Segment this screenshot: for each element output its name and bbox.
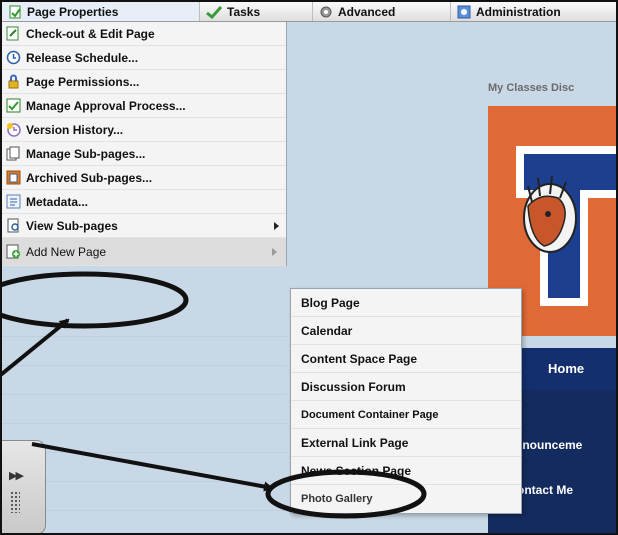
site-tabs[interactable]: My Classes Disc (488, 82, 574, 94)
menu-tasks-label: Tasks (227, 4, 261, 19)
menu-item-version-history[interactable]: Version History... (2, 118, 286, 142)
submenu-item-label: Calendar (301, 323, 353, 338)
submenu-arrow-icon (272, 248, 277, 256)
page-properties-menu: Check-out & Edit Page Release Schedule..… (2, 22, 287, 266)
menu-item-metadata[interactable]: Metadata... (2, 190, 286, 214)
submenu-item-news-section[interactable]: News Section Page (291, 457, 521, 485)
menu-administration[interactable]: Administration (451, 2, 616, 21)
menu-item-label: Archived Sub-pages... (26, 170, 153, 185)
submenu-item-label: External Link Page (301, 435, 409, 450)
view-pages-icon (7, 218, 19, 233)
add-page-icon (6, 244, 20, 259)
pages-icon (6, 146, 20, 161)
menu-item-archived-subpages[interactable]: Archived Sub-pages... (2, 166, 286, 190)
menu-item-add-new-page[interactable]: Add New Page (2, 238, 286, 266)
submenu-item-label: Discussion Forum (301, 379, 406, 394)
menu-item-label: View Sub-pages (26, 218, 118, 233)
nav-home[interactable]: Home (548, 361, 584, 376)
clock-icon (6, 50, 21, 65)
menu-item-label: Manage Sub-pages... (26, 146, 146, 161)
submenu-item-external-link[interactable]: External Link Page (291, 429, 521, 457)
menu-item-label: Check-out & Edit Page (26, 26, 155, 41)
page-properties-icon (9, 5, 21, 18)
menu-advanced[interactable]: Advanced (313, 2, 451, 21)
menu-item-label: Page Permissions... (26, 74, 140, 89)
menu-advanced-label: Advanced (338, 4, 396, 19)
menu-item-manage-subpages[interactable]: Manage Sub-pages... (2, 142, 286, 166)
screenshot-frame: My Classes Disc Home nnounceme ontact Me (0, 0, 618, 535)
checkmark-icon (206, 5, 222, 19)
panel-toggle-handle[interactable]: ▶▶ (2, 440, 46, 533)
submenu-item-content-space[interactable]: Content Space Page (291, 345, 521, 373)
menu-item-label: Release Schedule... (26, 50, 139, 65)
menu-item-label: Manage Approval Process... (26, 98, 186, 113)
submenu-item-photo-gallery[interactable]: Photo Gallery (291, 485, 521, 513)
metadata-icon (6, 194, 21, 209)
menu-item-page-permissions[interactable]: Page Permissions... (2, 70, 286, 94)
admin-icon (457, 5, 471, 18)
side-nav-contact[interactable]: ontact Me (517, 483, 573, 497)
submenu-item-label: Document Container Page (301, 408, 439, 421)
menu-page-properties[interactable]: Page Properties (2, 2, 200, 21)
menu-item-release-schedule[interactable]: Release Schedule... (2, 46, 286, 70)
submenu-item-label: News Section Page (301, 463, 412, 478)
gear-icon (320, 6, 332, 17)
menu-item-checkout-edit[interactable]: Check-out & Edit Page (2, 22, 286, 46)
cms-menubar: Page Properties Tasks Advanced Administr… (2, 2, 616, 22)
submenu-item-label: Photo Gallery (301, 493, 373, 505)
key-lock-icon (8, 74, 19, 89)
expand-chevron-icon: ▶▶ (9, 470, 24, 482)
menu-item-label: Version History... (26, 122, 124, 137)
menu-item-manage-approval[interactable]: Manage Approval Process... (2, 94, 286, 118)
submenu-item-calendar[interactable]: Calendar (291, 317, 521, 345)
side-nav-announcements[interactable]: nnounceme (515, 438, 582, 452)
add-new-page-submenu: Blog Page Calendar Content Space Page Di… (290, 288, 522, 514)
menu-tasks[interactable]: Tasks (200, 2, 313, 21)
menu-administration-label: Administration (476, 4, 561, 19)
submenu-item-label: Blog Page (301, 295, 360, 310)
submenu-arrow-icon (274, 222, 279, 230)
menu-page-properties-label: Page Properties (27, 4, 119, 19)
menu-item-view-subpages[interactable]: View Sub-pages (2, 214, 286, 238)
edit-page-icon (6, 26, 19, 41)
approval-check-icon (6, 98, 21, 113)
history-icon (7, 123, 21, 137)
grip-icon (10, 491, 20, 513)
submenu-item-document-container[interactable]: Document Container Page (291, 401, 521, 429)
submenu-item-label: Content Space Page (301, 351, 418, 366)
submenu-item-blog-page[interactable]: Blog Page (291, 289, 521, 317)
submenu-item-discussion-forum[interactable]: Discussion Forum (291, 373, 521, 401)
menu-item-label: Metadata... (26, 194, 89, 209)
archive-icon (6, 170, 21, 185)
menu-item-label: Add New Page (26, 244, 107, 259)
